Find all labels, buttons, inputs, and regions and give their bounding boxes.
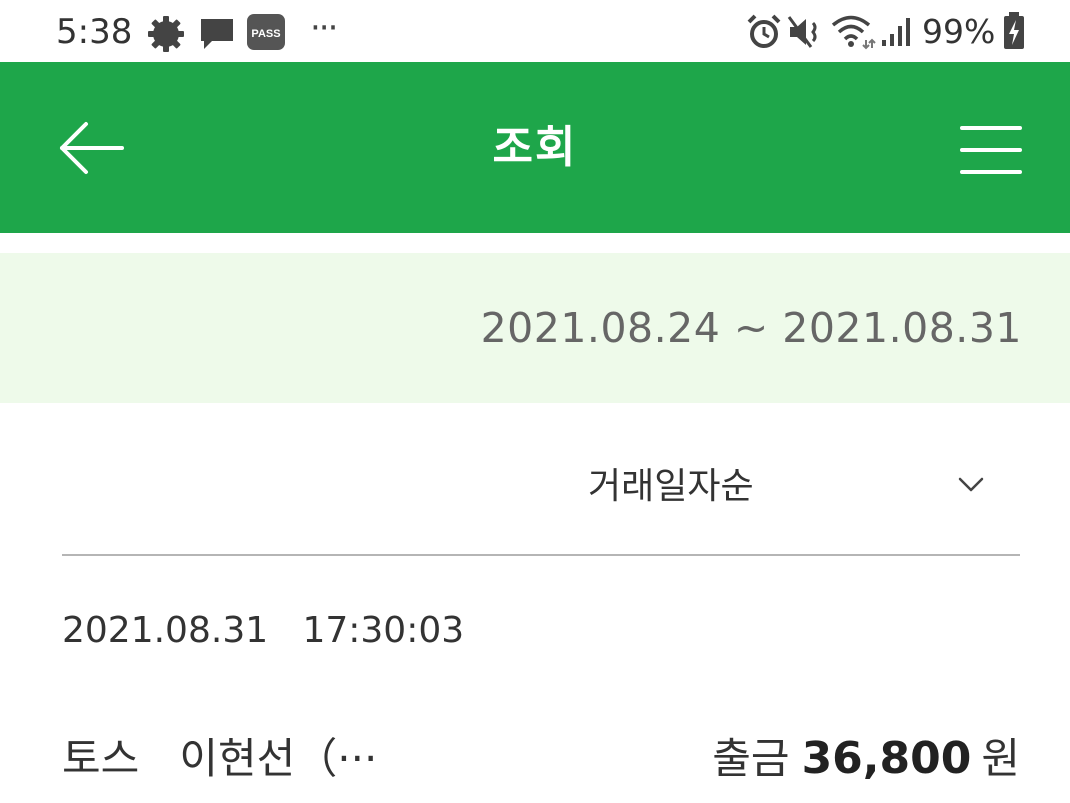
hamburger-menu-icon (960, 126, 1022, 174)
alarm-icon (747, 14, 781, 48)
settings-gear-icon (148, 16, 184, 52)
svg-text:PASS: PASS (251, 28, 280, 40)
page-title: 조회 (492, 122, 578, 173)
more-dots-icon: ··· (310, 8, 338, 48)
transaction-type: 출금 (712, 734, 790, 783)
header-gap (0, 233, 1070, 253)
transaction-datetime: 2021.08.31 17:30:03 (62, 610, 465, 651)
sort-dropdown[interactable]: 거래일자순 (62, 440, 1020, 556)
status-bar: 5:38 PASS ··· 99% (0, 0, 1070, 62)
sort-selected-label: 거래일자순 (588, 466, 754, 507)
battery-percent: 99% (922, 12, 996, 51)
menu-button[interactable] (950, 120, 1030, 180)
status-time: 5:38 (56, 12, 133, 52)
mute-vibrate-icon (787, 16, 817, 48)
period-banner: 2021.08.24 ~ 2021.08.31 (0, 253, 1070, 403)
period-range: 2021.08.24 ~ 2021.08.31 (480, 304, 1022, 352)
pass-app-icon: PASS (247, 14, 285, 50)
transaction-currency: 원 (981, 734, 1020, 783)
transaction-description: 토스 이현선（··· (62, 734, 378, 783)
signal-icon (882, 18, 910, 46)
transaction-row[interactable]: 토스 이현선（··· 출금 36,800 원 (62, 725, 1020, 795)
wifi-icon (831, 15, 876, 50)
battery-charging-icon (1004, 12, 1024, 49)
chevron-down-icon (958, 477, 984, 492)
transaction-amount-group: 출금 36,800 원 (712, 731, 1020, 787)
message-icon (201, 19, 233, 49)
app-header: 조회 (0, 62, 1070, 233)
transaction-amount: 36,800 (801, 733, 972, 784)
